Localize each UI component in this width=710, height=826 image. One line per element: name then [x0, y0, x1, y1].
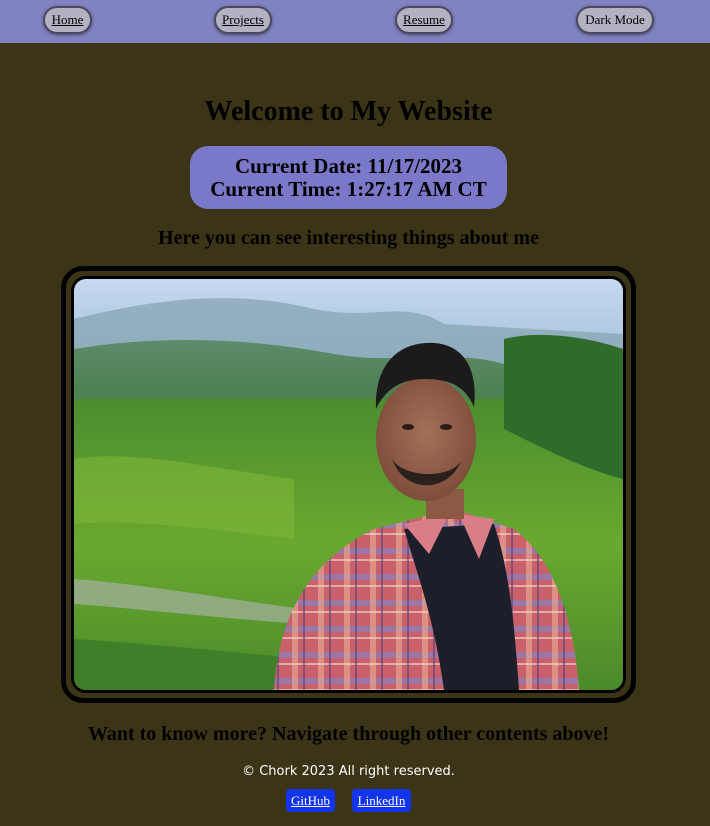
nav-projects-label: Projects — [222, 12, 264, 27]
datetime-box: Current Date: 11/17/2023 Current Time: 1… — [190, 146, 507, 209]
top-navbar: Home Projects Resume Dark Mode — [0, 0, 710, 43]
dark-mode-toggle[interactable]: Dark Mode — [576, 6, 654, 34]
current-date: Current Date: 11/17/2023 — [234, 154, 463, 178]
profile-photo — [71, 276, 626, 693]
nav-resume-label: Resume — [403, 12, 445, 27]
intro-subtitle: Here you can see interesting things abou… — [158, 227, 539, 249]
profile-photo-frame — [61, 266, 636, 703]
nav-home-label: Home — [51, 12, 84, 27]
profile-photo-illustration — [74, 279, 623, 690]
nav-projects-button[interactable]: Projects — [214, 6, 272, 34]
nav-home-button[interactable]: Home — [43, 6, 92, 34]
github-link[interactable]: GitHub — [286, 789, 335, 812]
page-title: Welcome to My Website — [204, 96, 493, 127]
nav-resume-button[interactable]: Resume — [395, 6, 453, 34]
closing-message: Want to know more? Navigate through othe… — [87, 723, 610, 745]
linkedin-link[interactable]: LinkedIn — [352, 789, 411, 812]
current-time: Current Time: 1:27:17 AM CT — [210, 177, 487, 201]
footer-copyright: © Chork 2023 All right reserved. — [242, 764, 455, 779]
dark-mode-label: Dark Mode — [585, 12, 645, 27]
